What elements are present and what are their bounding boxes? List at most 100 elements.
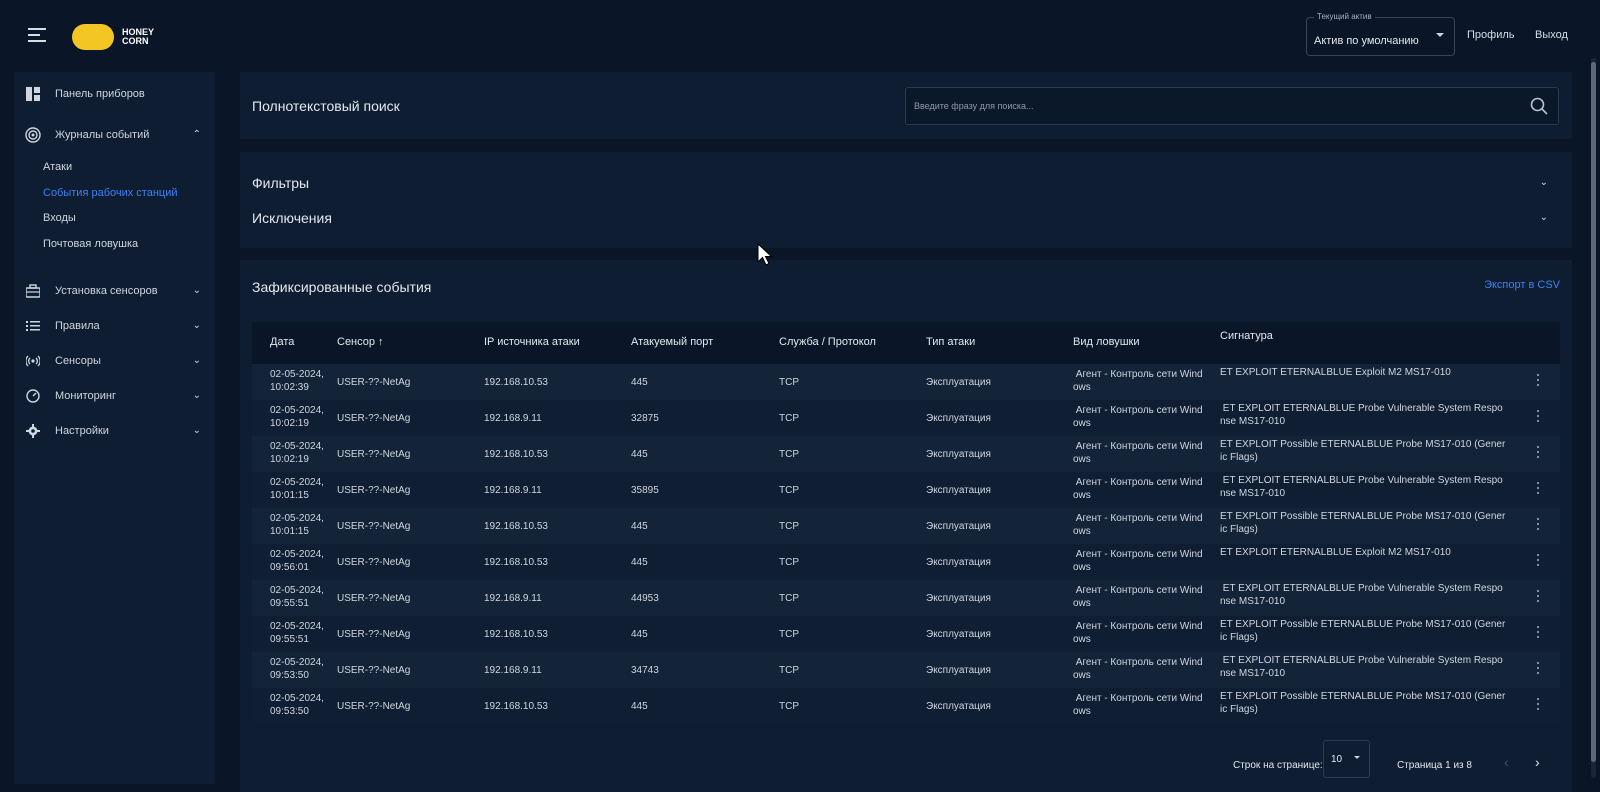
row-menu-icon[interactable] (1537, 446, 1541, 460)
cell-sensor: USER-??-NetAg (337, 701, 411, 712)
column-signature[interactable]: Сигнатура (1220, 330, 1273, 342)
sidebar-subitem-mail-trap[interactable]: Почтовая ловушка (43, 238, 138, 250)
cell-signature-line: ET EXPLOIT Possible ETERNALBLUE Probe MS… (1220, 511, 1506, 522)
table-row[interactable]: 02-05-2024, 09:55:51 USER-??-NetAg 192.168.… (252, 616, 1560, 652)
cell-signature-line: ET EXPLOIT Possible ETERNALBLUE Probe MS… (1220, 691, 1506, 702)
sidebar-subitem-logins[interactable]: Входы (43, 212, 76, 224)
cell-trap-line: ows (1073, 418, 1091, 429)
sidebar-item-sensor-install[interactable]: Установка сенсоров ⌄ (14, 279, 215, 305)
sidebar-item-settings[interactable]: Настройки ⌄ (14, 419, 215, 445)
prev-page-button[interactable]: ‹ (1504, 754, 1509, 770)
cell-date-day: 02-05-2024, (270, 621, 324, 632)
cell-date-time: 09:56:01 (270, 562, 309, 573)
column-date[interactable]: Дата (270, 336, 294, 348)
sidebar-item-event-logs[interactable]: Журналы событий ⌃ (14, 123, 215, 149)
row-menu-icon[interactable] (1537, 518, 1541, 532)
row-menu-icon[interactable] (1537, 374, 1541, 388)
rows-per-page-label: Строк на странице: (1233, 760, 1323, 771)
cell-trap-type: Агент - Контроль сети Wind ows (1073, 404, 1203, 430)
table-row[interactable]: 02-05-2024, 09:53:50 USER-??-NetAg 192.168.… (252, 688, 1560, 724)
cell-attack-type: Эксплуатация (926, 485, 991, 496)
cell-date: 02-05-2024, 10:01:15 (270, 512, 324, 538)
cell-signature: ET EXPLOIT ETERNALBLUE Probe Vulnerable … (1220, 474, 1503, 500)
sidebar-subitem-workstation-events[interactable]: События рабочих станций (43, 187, 178, 199)
logout-link[interactable]: Выход (1535, 29, 1568, 41)
cell-protocol: TCP (779, 665, 799, 676)
cell-trap-line: Агент - Контроль сети Wind (1073, 513, 1203, 524)
export-csv-link[interactable]: Экспорт в CSV (1484, 279, 1560, 291)
column-source-ip[interactable]: IP источника атаки (484, 336, 580, 348)
column-trap-type[interactable]: Вид ловушки (1073, 336, 1140, 348)
sidebar-subitem-attacks[interactable]: Атаки (43, 161, 72, 173)
row-menu-icon[interactable] (1537, 662, 1541, 676)
column-attack-type[interactable]: Тип атаки (926, 336, 975, 348)
cell-signature-line: ET EXPLOIT ETERNALBLUE Probe Vulnerable … (1220, 403, 1503, 414)
asset-select-value: Актив по умолчанию (1314, 35, 1419, 47)
search-title: Полнотекстовый поиск (252, 98, 400, 114)
column-port[interactable]: Атакуемый порт (631, 336, 713, 348)
sidebar-item-monitoring[interactable]: Мониторинг ⌄ (14, 384, 215, 410)
table-row[interactable]: 02-05-2024, 10:01:15 USER-??-NetAg 192.168.… (252, 472, 1560, 508)
cell-trap-line: Агент - Контроль сети Wind (1073, 441, 1203, 452)
table-row[interactable]: 02-05-2024, 09:55:51 USER-??-NetAg 192.168.… (252, 580, 1560, 616)
table-row[interactable]: 02-05-2024, 10:02:19 USER-??-NetAg 192.168.… (252, 400, 1560, 436)
table-row[interactable]: 02-05-2024, 09:56:01 USER-??-NetAg 192.168.… (252, 544, 1560, 580)
cell-date-time: 10:01:15 (270, 490, 309, 501)
gear-icon (26, 424, 40, 438)
sidebar-item-label: Правила (55, 320, 100, 332)
sidebar-item-rules[interactable]: Правила ⌄ (14, 314, 215, 340)
cell-port: 445 (631, 701, 648, 712)
row-menu-icon[interactable] (1537, 554, 1541, 568)
cell-attack-type: Эксплуатация (926, 593, 991, 604)
cell-attack-type: Эксплуатация (926, 665, 991, 676)
filters-panel: Фильтры ⌄ Исключения ⌄ (240, 152, 1572, 248)
cell-date-day: 02-05-2024, (270, 441, 324, 452)
row-menu-icon[interactable] (1537, 698, 1541, 712)
row-menu-icon[interactable] (1537, 410, 1541, 424)
cell-signature-line: ET EXPLOIT ETERNALBLUE Probe Vulnerable … (1220, 655, 1503, 666)
sidebar-item-sensors[interactable]: Сенсоры ⌄ (14, 349, 215, 375)
top-bar: HONEY CORN Текущий актив Актив по умолча… (0, 0, 1600, 72)
cell-date-time: 10:02:19 (270, 454, 309, 465)
row-menu-icon[interactable] (1537, 482, 1541, 496)
rows-per-page-select[interactable]: 10 (1323, 740, 1370, 778)
cell-trap-line: ows (1073, 562, 1091, 573)
sidebar: Панель приборов Журналы событий ⌃ Атаки … (14, 72, 215, 784)
table-row[interactable]: 02-05-2024, 10:02:19 USER-??-NetAg 192.168.… (252, 436, 1560, 472)
cell-date-time: 09:55:51 (270, 598, 309, 609)
table-row[interactable]: 02-05-2024, 10:02:39 USER-??-NetAg 192.168.… (252, 364, 1560, 400)
cell-trap-line: ows (1073, 382, 1091, 393)
next-page-button[interactable]: › (1535, 754, 1540, 770)
search-icon[interactable] (1530, 97, 1548, 115)
cell-date-day: 02-05-2024, (270, 477, 324, 488)
menu-icon[interactable] (28, 28, 46, 42)
cell-attack-type: Эксплуатация (926, 557, 991, 568)
cell-source-ip: 192.168.9.11 (484, 413, 542, 424)
sidebar-item-label: Журналы событий (55, 129, 150, 141)
cell-date-time: 10:02:19 (270, 418, 309, 429)
scrollbar-thumb[interactable] (1591, 62, 1596, 762)
table-row[interactable]: 02-05-2024, 09:53:50 USER-??-NetAg 192.168.… (252, 652, 1560, 688)
profile-link[interactable]: Профиль (1467, 29, 1515, 41)
asset-select[interactable]: Текущий актив Актив по умолчанию (1306, 12, 1455, 56)
cell-date: 02-05-2024, 10:01:15 (270, 476, 324, 502)
filters-accordion[interactable]: Фильтры ⌄ (252, 175, 1560, 195)
cell-trap-line: Агент - Контроль сети Wind (1073, 405, 1203, 416)
cell-port: 34743 (631, 665, 659, 676)
cell-attack-type: Эксплуатация (926, 377, 991, 388)
cell-trap-type: Агент - Контроль сети Wind ows (1073, 692, 1203, 718)
search-input[interactable]: Введите фразу для поиска... (905, 87, 1559, 125)
cell-port: 445 (631, 557, 648, 568)
column-sensor[interactable]: Сенсор ↑ (337, 336, 384, 348)
cell-source-ip: 192.168.9.11 (484, 593, 542, 604)
cell-signature-line: nse MS17-010 (1220, 416, 1286, 427)
table-row[interactable]: 02-05-2024, 10:01:15 USER-??-NetAg 192.168.… (252, 508, 1560, 544)
exclusions-accordion[interactable]: Исключения ⌄ (252, 210, 1560, 230)
cell-port: 44953 (631, 593, 659, 604)
target-icon (25, 127, 41, 143)
row-menu-icon[interactable] (1537, 590, 1541, 604)
column-protocol[interactable]: Служба / Протокол (779, 336, 876, 348)
row-menu-icon[interactable] (1537, 626, 1541, 640)
sidebar-item-dashboard[interactable]: Панель приборов (14, 82, 215, 108)
events-title: Зафиксированные события (252, 279, 432, 295)
